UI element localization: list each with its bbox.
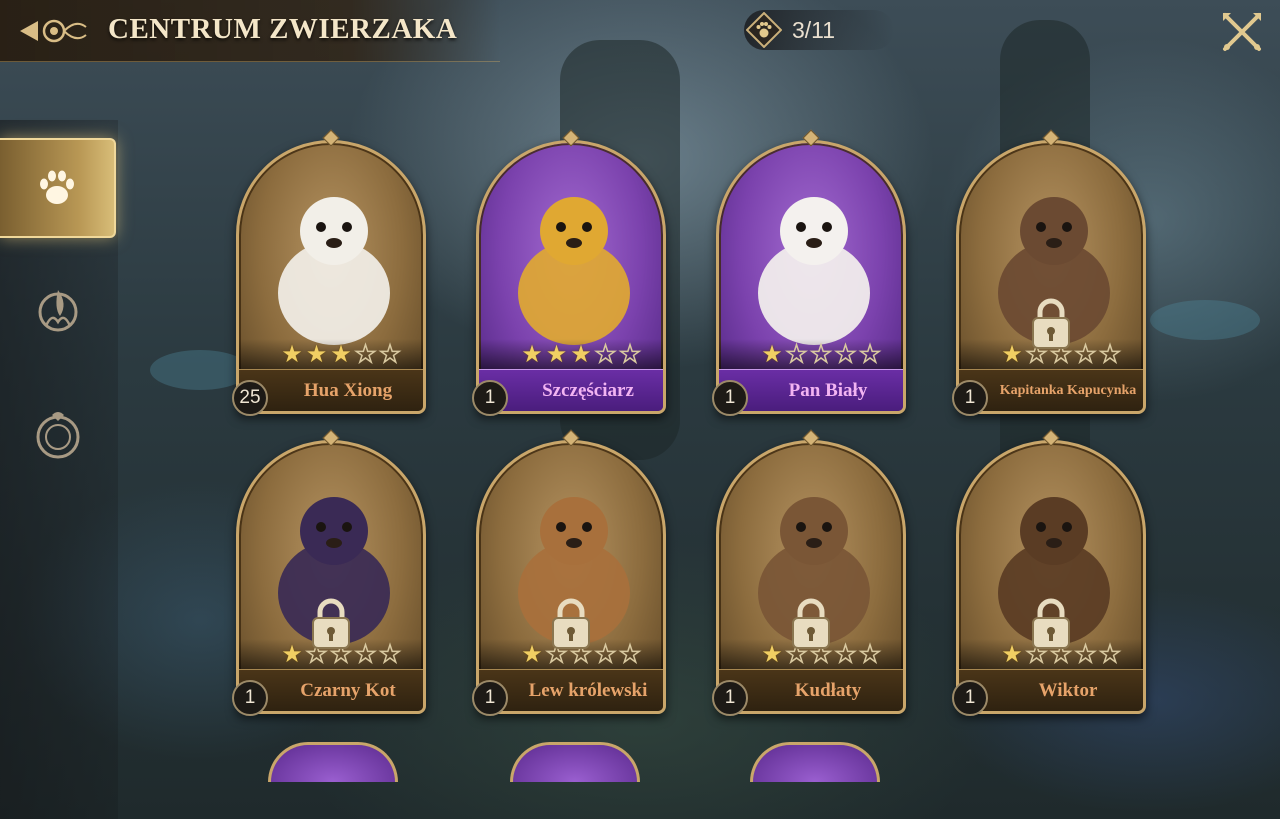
star-filled-icon: ★ [1001,640,1023,668]
star-empty-icon: ★ [379,340,402,368]
pet-card[interactable]: ★ ★ ★ ★ ★ Lew królewski 1 [472,429,670,720]
star-empty-icon: ★ [1099,340,1122,368]
padlock-icon [792,598,830,649]
background-mushroom [1150,300,1260,340]
pet-level-badge: 1 [472,380,508,416]
star-empty-icon: ★ [859,640,882,668]
card-frame: ★ ★ ★ ★ ★ Wiktor [956,440,1146,714]
pet-level-badge: 1 [712,380,748,416]
padlock-icon [312,598,350,649]
collection-count: 3/11 [792,16,836,43]
padlock-icon [552,598,590,649]
pet-level-badge: 25 [232,380,268,416]
star-empty-icon: ★ [1074,640,1097,668]
tab-pets[interactable] [0,138,116,238]
star-filled-icon: ★ [521,640,543,668]
pet-card[interactable]: ★ ★ ★ ★ ★ Wiktor 1 [952,429,1150,720]
pet-portrait [499,173,649,348]
padlock-icon [1032,298,1070,349]
star-empty-icon: ★ [379,640,402,668]
pet-level-badge: 1 [952,680,988,716]
pet-card[interactable]: ★ ★ ★ ★ ★ Czarny Kot 1 [232,429,430,720]
card-frame: ★ ★ ★ ★ ★ Pan Biały [716,140,906,414]
top-bar: CENTRUM ZWIERZAKA [0,0,500,62]
star-filled-icon: ★ [761,640,783,668]
page-title: CENTRUM ZWIERZAKA [108,13,458,45]
padlock-icon [1032,598,1070,649]
ring-emblem-icon [36,412,80,459]
paw-diamond-icon [744,10,784,50]
star-empty-icon: ★ [354,340,377,368]
card-frame: ★ ★ ★ ★ ★ Czarny Kot [236,440,426,714]
star-empty-icon: ★ [834,640,857,668]
star-filled-icon: ★ [281,640,303,668]
pet-card[interactable]: ★ ★ ★ ★ ★ Szczęściarz 1 [472,129,670,420]
card-frame: ★ ★ ★ ★ ★ Kapitanka Kapucynka [956,140,1146,414]
star-empty-icon: ★ [1099,640,1122,668]
star-empty-icon: ★ [1074,340,1097,368]
star-filled-icon: ★ [281,340,303,368]
tab-ring-emblem[interactable] [0,385,116,485]
pet-level-badge: 1 [712,680,748,716]
pet-card[interactable]: ★ ★ ★ ★ ★ Kapitanka Kapucynka 1 [952,129,1150,420]
star-filled-icon: ★ [570,340,592,368]
pet-level-badge: 1 [232,680,268,716]
star-rating: ★ ★ ★ ★ ★ [239,339,423,369]
star-empty-icon: ★ [594,340,617,368]
partial-card-next-row [510,742,640,782]
star-filled-icon: ★ [521,340,543,368]
card-frame: ★ ★ ★ ★ ★ Lew królewski [476,440,666,714]
star-empty-icon: ★ [619,340,642,368]
pet-portrait [259,173,409,348]
star-rating: ★ ★ ★ ★ ★ [719,339,903,369]
pet-collection-counter: 3/11 [744,10,894,50]
star-filled-icon: ★ [305,340,328,368]
tab-flame-emblem[interactable] [0,260,116,360]
star-empty-icon: ★ [785,340,808,368]
star-empty-icon: ★ [354,640,377,668]
star-empty-icon: ★ [810,340,833,368]
star-filled-icon: ★ [330,340,352,368]
back-button[interactable] [12,10,92,52]
star-empty-icon: ★ [619,640,642,668]
pet-level-badge: 1 [952,380,988,416]
pet-card[interactable]: ★ ★ ★ ★ ★ Hua Xiong 25 [232,129,430,420]
card-frame: ★ ★ ★ ★ ★ Hua Xiong [236,140,426,414]
star-rating: ★ ★ ★ ★ ★ [479,339,663,369]
star-filled-icon: ★ [1001,340,1023,368]
pet-level-badge: 1 [472,680,508,716]
close-button[interactable] [1216,6,1268,58]
ornate-back-icon [20,19,87,43]
flame-emblem-icon [38,290,78,332]
star-empty-icon: ★ [834,340,857,368]
star-filled-icon: ★ [761,340,783,368]
category-sidebar [0,120,118,819]
pet-card[interactable]: ★ ★ ★ ★ ★ Kudłaty 1 [712,429,910,720]
card-frame: ★ ★ ★ ★ ★ Szczęściarz [476,140,666,414]
partial-card-next-row [750,742,880,782]
crossed-swords-icon [1223,13,1261,51]
star-filled-icon: ★ [545,340,568,368]
star-empty-icon: ★ [594,640,617,668]
card-frame: ★ ★ ★ ★ ★ Kudłaty [716,440,906,714]
partial-card-next-row [268,742,398,782]
pet-card[interactable]: ★ ★ ★ ★ ★ Pan Biały 1 [712,129,910,420]
pet-portrait [739,173,889,348]
paw-icon [40,170,74,204]
star-empty-icon: ★ [859,340,882,368]
